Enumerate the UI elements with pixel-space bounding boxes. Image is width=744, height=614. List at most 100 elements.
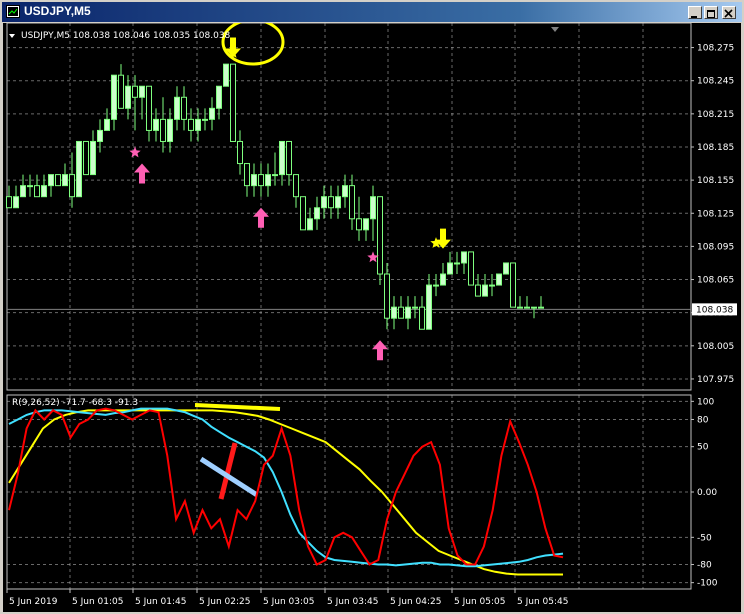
- title-bar[interactable]: USDJPY,M5: [2, 2, 742, 22]
- bull-candle: [167, 118, 173, 142]
- bull-candle: [433, 284, 439, 287]
- bull-candle: [41, 185, 47, 198]
- bear-candle: [349, 185, 355, 220]
- bear-candle: [468, 251, 474, 286]
- bull-candle: [426, 284, 432, 330]
- bull-candle: [461, 251, 467, 264]
- bear-candle: [293, 174, 299, 198]
- bull-candle: [405, 306, 411, 319]
- bull-candle: [153, 118, 159, 131]
- bull-candle: [216, 85, 222, 109]
- indicator-level-label: -80: [697, 561, 712, 571]
- bear-candle: [146, 85, 152, 131]
- bear-candle: [419, 306, 425, 330]
- bear-candle: [83, 140, 89, 176]
- indicator-level-label: 50: [697, 443, 709, 453]
- bull-candle: [272, 174, 278, 177]
- bull-candle: [139, 85, 145, 98]
- bull-candle: [111, 74, 117, 120]
- bull-candle: [174, 96, 180, 120]
- maximize-icon: [707, 10, 715, 18]
- price-level-label: 108.005: [697, 342, 734, 352]
- bull-candle: [27, 185, 33, 188]
- bull-candle: [62, 174, 68, 187]
- indicator-level-label: -50: [697, 533, 712, 543]
- bull-candle: [195, 118, 201, 131]
- bear-candle: [300, 196, 306, 231]
- bear-candle: [510, 262, 516, 308]
- bull-candle: [321, 196, 327, 209]
- minimize-button[interactable]: [688, 6, 702, 19]
- time-label: 5 Jun 01:45: [135, 597, 186, 607]
- close-button[interactable]: [722, 6, 736, 19]
- maximize-button[interactable]: [704, 6, 718, 19]
- bull-candle: [251, 174, 257, 187]
- bear-candle: [356, 218, 362, 231]
- bull-candle: [440, 273, 446, 286]
- bull-candle: [104, 118, 110, 131]
- price-level-label: 108.275: [697, 44, 734, 54]
- bull-candle: [307, 218, 313, 231]
- bull-candle: [335, 196, 341, 209]
- indicator-level-label: 100: [697, 397, 714, 407]
- time-label: 5 Jun 2019: [9, 597, 58, 607]
- current-price-label: 108.038: [696, 305, 733, 315]
- bear-candle: [244, 163, 250, 187]
- bear-candle: [237, 140, 243, 165]
- price-level-label: 108.155: [697, 176, 734, 186]
- bull-candle: [531, 306, 537, 309]
- time-label: 5 Jun 03:05: [263, 597, 314, 607]
- bull-candle: [412, 306, 418, 309]
- bull-candle: [48, 174, 54, 187]
- price-level-label: 108.125: [697, 209, 734, 219]
- close-icon: [724, 9, 733, 18]
- indicator-info-label: R(9,26,52) -71.7 -68.3 -91.3: [12, 398, 138, 408]
- bull-candle: [447, 262, 453, 275]
- bear-candle: [118, 74, 124, 109]
- bear-candle: [34, 185, 40, 198]
- bull-candle: [13, 196, 19, 209]
- price-level-label: 108.185: [697, 143, 734, 153]
- price-level-label: 108.245: [697, 77, 734, 87]
- bull-candle: [125, 85, 131, 109]
- indicator-level-label: 80: [697, 415, 709, 425]
- bear-candle: [188, 118, 194, 131]
- bull-candle: [363, 218, 369, 231]
- bull-candle: [314, 207, 320, 220]
- bull-candle: [391, 306, 397, 319]
- bull-candle: [76, 140, 82, 198]
- price-level-label: 108.065: [697, 276, 734, 286]
- bull-candle: [496, 273, 502, 286]
- bear-candle: [69, 174, 75, 198]
- bull-candle: [202, 118, 208, 121]
- bull-candle: [342, 185, 348, 198]
- bull-candle: [524, 306, 530, 309]
- indicator-level-label: -100: [697, 579, 718, 589]
- bull-candle: [517, 306, 523, 309]
- time-label: 5 Jun 02:25: [199, 597, 250, 607]
- bull-candle: [223, 63, 229, 87]
- time-label: 5 Jun 05:05: [454, 597, 505, 607]
- bull-candle: [90, 140, 96, 176]
- bear-candle: [55, 174, 61, 187]
- bear-candle: [475, 284, 481, 297]
- bear-candle: [132, 85, 138, 98]
- time-label: 5 Jun 03:45: [327, 597, 378, 607]
- chart-canvas[interactable]: USDJPY,M5 108.038 108.046 108.035 108.03…: [3, 23, 741, 612]
- bull-candle: [209, 107, 215, 120]
- bear-candle: [160, 118, 166, 142]
- bull-candle: [265, 174, 271, 187]
- bull-candle: [489, 284, 495, 287]
- bull-candle: [503, 262, 509, 275]
- bull-candle: [454, 262, 460, 265]
- chart-window-icon: [6, 5, 20, 18]
- indicator-level-label: 0.00: [697, 488, 717, 498]
- terminal-window: USDJPY,M5 USDJPY,M5 108.038 108.046 108.…: [0, 0, 744, 614]
- bear-candle: [377, 196, 383, 275]
- time-label: 5 Jun 04:25: [390, 597, 441, 607]
- bear-candle: [384, 273, 390, 319]
- bull-candle: [279, 140, 285, 176]
- bear-candle: [258, 174, 264, 187]
- bear-candle: [286, 140, 292, 176]
- bear-candle: [6, 196, 12, 209]
